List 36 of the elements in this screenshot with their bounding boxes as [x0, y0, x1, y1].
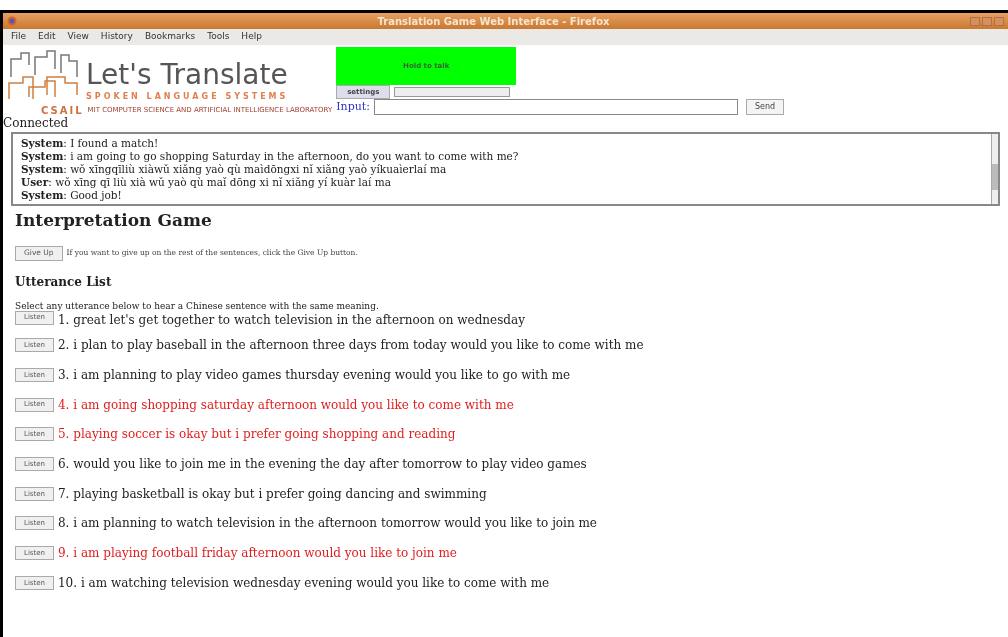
- logo-subtitle: SPOKEN LANGUAGE SYSTEMS: [86, 91, 289, 103]
- menu-item[interactable]: Tools: [207, 30, 230, 44]
- menu-item[interactable]: Help: [241, 30, 262, 44]
- utterance[interactable]: 7. playing basketball is okay but i prefer going dancing and swimming: [58, 484, 487, 503]
- utterance[interactable]: 10. i am watching television wednesday evening would you like to come with me: [58, 573, 550, 592]
- menu-item[interactable]: History: [100, 30, 133, 44]
- utterance[interactable]: 6. would you like to join me in the evening the day after tomorrow to play video games: [58, 455, 587, 474]
- input-label: Input:: [336, 99, 370, 115]
- utterance[interactable]: 8. i am planning to watch television in the afternoon tomorrow would you like to join me: [58, 514, 597, 533]
- menu-item[interactable]: File: [11, 30, 27, 44]
- utterance[interactable]: 3. i am planning to play video games thursday evening would you like to go with me: [58, 366, 571, 385]
- connection-status: Connected: [3, 116, 70, 130]
- log-line: System: wǒ xīngqīliù xiàwǔ xiǎng yaò qù maìdōngxi nǐ xiǎng yaò yíkuaìerlaí ma: [21, 163, 448, 176]
- menu-item[interactable]: Edit: [38, 30, 56, 44]
- browser-icon: [7, 16, 17, 26]
- list-hint: Select any utterance below to hear a Chinese sentence with the same meaning.: [14, 300, 380, 311]
- log-line: User: wǒ xīng qī liù xià wǔ yaò qù maǐ dōng xi nǐ xiǎng yí kuàr laí ma: [21, 176, 392, 189]
- utterance[interactable]: 1. great let's get together to watch television in the afternoon on wednesday: [58, 310, 525, 329]
- window-title: Translation Game Web Interface - Firefox: [376, 14, 611, 29]
- log-line: System: I found a match!: [21, 137, 160, 150]
- input-field[interactable]: [373, 99, 738, 116]
- utterance[interactable]: 4. i am going shopping saturday afternoon would you like to come with me: [58, 395, 514, 414]
- utterance[interactable]: 9. i am playing football friday afternoon would you like to join me: [58, 544, 457, 563]
- utterance[interactable]: 5. playing soccer is okay but i prefer going shopping and reading: [58, 425, 456, 444]
- game-title: Interpretation Game: [14, 209, 213, 232]
- log-line: System: Good job!: [21, 189, 123, 202]
- log-line: System: i am going to go shopping Saturday in the afternoon, do you want to come with me?: [21, 150, 520, 163]
- logo-title: Let's Translate: [86, 59, 289, 91]
- scrollbar[interactable]: [991, 134, 998, 204]
- menu-item[interactable]: View: [67, 30, 89, 44]
- logo-org: CSAIL: [41, 104, 84, 117]
- list-title: Utterance List: [14, 273, 113, 291]
- send-button[interactable]: Send: [745, 99, 785, 116]
- utterance[interactable]: 2. i plan to play baseball in the afternoon three days from today would you like to come with me: [58, 336, 644, 355]
- window-controls-icon[interactable]: [970, 16, 1004, 26]
- menu-item[interactable]: Bookmarks: [144, 30, 196, 44]
